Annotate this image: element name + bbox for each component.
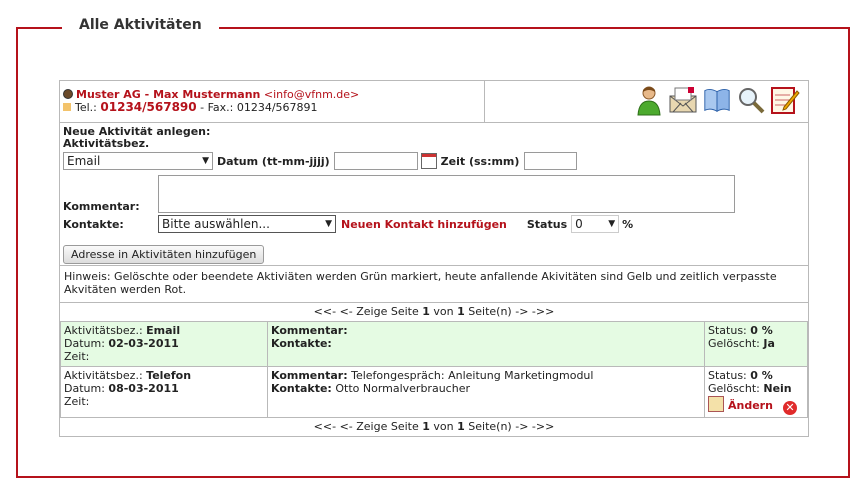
status-select-value: 0 <box>575 217 583 231</box>
user-icon[interactable] <box>634 84 664 116</box>
contacts-label: Kontakte: <box>271 382 332 395</box>
deleted-label: Gelöscht: <box>708 382 760 395</box>
comment-label: Kommentar: <box>63 200 140 213</box>
activity-status-cell: Status: 0 % Gelöscht: Nein Ändern ✕ <box>704 366 808 418</box>
activity-type: Telefon <box>146 369 192 382</box>
contact-header: Muster AG - Max Mustermann <info@vfnm.de… <box>60 81 808 123</box>
contacts-select-value: Bitte auswählen... <box>162 217 270 231</box>
activity-type-cell: Aktivitätsbez.: Email Datum: 02-03-2011 … <box>60 321 268 367</box>
type-label: Aktivitätsbez.: <box>64 369 143 382</box>
type-label: Aktivitätsbez. <box>63 137 150 150</box>
comment-label: Kommentar: <box>271 324 348 337</box>
date-label: Datum (tt-mm-jjjj) <box>217 154 330 168</box>
contact-phone[interactable]: 01234/567890 <box>100 100 196 114</box>
tel-label: Tel.: <box>75 101 97 114</box>
status-label: Status <box>526 217 568 231</box>
pager-top: <<- <- Zeige Seite 1 von 1 Seite(n) -> -… <box>60 302 808 322</box>
pager-total-pages: 1 <box>457 305 465 318</box>
table-row: Aktivitätsbez.: Email Datum: 02-03-2011 … <box>60 321 808 367</box>
toolbar-icons <box>634 84 800 116</box>
activity-comment: Telefongespräch: Anleitung Marketingmodu… <box>351 369 594 382</box>
type-select[interactable]: Email ▼ <box>63 152 213 170</box>
time-input[interactable] <box>524 152 578 170</box>
section-title: Alle Aktivitäten <box>62 17 219 33</box>
pager-current-page: 1 <box>422 305 430 318</box>
book-icon[interactable] <box>702 84 732 116</box>
activities-panel: Muster AG - Max Mustermann <info@vfnm.de… <box>59 80 809 437</box>
pager-total-pages: 1 <box>457 420 465 433</box>
contacts-label: Kontakte: <box>271 337 332 350</box>
activity-type-cell: Aktivitätsbez.: Telefon Datum: 08-03-201… <box>60 366 268 418</box>
status-dot-icon <box>63 89 73 99</box>
contact-email[interactable]: <info@vfnm.de> <box>264 88 359 101</box>
activity-comment-cell: Kommentar: Kontakte: <box>267 321 705 367</box>
deleted-label: Gelöscht: <box>708 337 760 350</box>
search-icon[interactable] <box>736 84 766 116</box>
edit-icon[interactable] <box>708 396 724 412</box>
pager-current-page: 1 <box>422 420 430 433</box>
activity-contacts: Otto Normalverbraucher <box>335 382 470 395</box>
status-label: Status: <box>708 369 747 382</box>
chevron-down-icon: ▼ <box>608 219 616 229</box>
notes-edit-icon[interactable] <box>770 84 800 116</box>
calendar-icon[interactable] <box>420 153 437 169</box>
pager-next-links[interactable]: Seite(n) -> ->> <box>468 305 554 318</box>
phone-marker-icon <box>63 103 71 111</box>
comment-textarea[interactable] <box>158 175 735 213</box>
status-select[interactable]: 0 ▼ <box>571 215 620 233</box>
contact-info: Muster AG - Max Mustermann <info@vfnm.de… <box>63 88 483 114</box>
mail-icon[interactable] <box>668 84 698 116</box>
activity-status: 0 % <box>750 369 773 382</box>
type-select-value: Email <box>67 154 101 168</box>
status-label: Status: <box>708 324 747 337</box>
chevron-down-icon: ▼ <box>325 219 332 229</box>
activities-table: Aktivitätsbez.: Email Datum: 02-03-2011 … <box>60 321 808 418</box>
activity-deleted: Nein <box>763 382 792 395</box>
activity-deleted: Ja <box>763 337 775 350</box>
date-label: Datum: <box>64 382 105 395</box>
chevron-down-icon: ▼ <box>202 156 209 166</box>
activity-date: 02-03-2011 <box>108 337 179 350</box>
edit-activity-link[interactable]: Ändern <box>728 399 773 412</box>
activity-status: 0 % <box>750 324 773 337</box>
type-label: Aktivitätsbez.: <box>64 324 143 337</box>
comment-label: Kommentar: <box>271 369 348 382</box>
pager-bottom: <<- <- Zeige Seite 1 von 1 Seite(n) -> -… <box>60 418 808 436</box>
hint-text: Hinweis: Gelöschte oder beendete Aktiviä… <box>60 265 808 300</box>
activity-status-cell: Status: 0 % Gelöscht: Ja <box>704 321 808 367</box>
pager-prev-links[interactable]: <<- <- Zeige Seite <box>314 420 419 433</box>
status-unit: % <box>622 217 634 231</box>
activity-comment-cell: Kommentar: Telefongespräch: Anleitung Ma… <box>267 366 705 418</box>
pager-prev-links[interactable]: <<- <- Zeige Seite <box>314 305 419 318</box>
contacts-select[interactable]: Bitte auswählen... ▼ <box>158 215 336 233</box>
time-label: Zeit: <box>64 350 90 363</box>
table-row: Aktivitätsbez.: Telefon Datum: 08-03-201… <box>60 366 808 418</box>
pager-of-label: von <box>433 420 454 433</box>
time-label: Zeit: <box>64 395 90 408</box>
date-input[interactable] <box>333 152 418 170</box>
form-heading: Neue Aktivität anlegen: <box>63 125 211 138</box>
time-label: Zeit (ss:mm) <box>440 154 520 168</box>
pager-of-label: von <box>433 305 454 318</box>
delete-icon[interactable]: ✕ <box>782 401 797 415</box>
header-divider <box>484 81 485 122</box>
contact-fax: - Fax.: 01234/567891 <box>200 101 318 114</box>
add-address-button[interactable]: Adresse in Aktivitäten hinzufügen <box>63 245 265 264</box>
add-contact-link[interactable]: Neuen Kontakt hinzufügen <box>341 218 507 231</box>
new-activity-form: Neue Aktivität anlegen: Aktivitätsbez. E… <box>63 126 803 264</box>
activity-type: Email <box>146 324 181 337</box>
activity-date: 08-03-2011 <box>108 382 179 395</box>
contacts-label: Kontakte: <box>63 217 124 231</box>
pager-next-links[interactable]: Seite(n) -> ->> <box>468 420 554 433</box>
date-label: Datum: <box>64 337 105 350</box>
